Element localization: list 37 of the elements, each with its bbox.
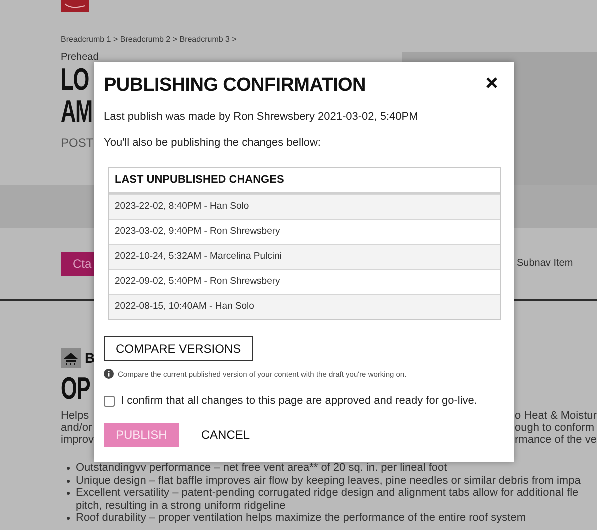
bullet-dot <box>67 467 70 470</box>
logo-icon[interactable] <box>61 0 89 12</box>
bullet-dot <box>67 492 70 495</box>
page-title: LO <box>61 64 89 96</box>
bullet-text: pitch, resulting in a strong uniform ridgeline <box>76 500 286 512</box>
confirm-checkbox[interactable] <box>104 396 115 406</box>
paragraph-text: ough to conform <box>515 422 596 434</box>
subnav-item[interactable]: Subnav Item <box>517 258 597 269</box>
paragraph-text: o Heat & Moistur <box>515 410 597 422</box>
table-row: 2022-10-24, 5:32AM - Marcelina Pulcini <box>109 244 500 269</box>
compare-versions-button[interactable]: COMPARE VERSIONS <box>104 336 254 361</box>
section-label: B <box>85 350 96 366</box>
cancel-button[interactable]: CANCEL <box>201 428 250 442</box>
prehead: Prehead <box>61 52 99 64</box>
intro-text: You'll also be publishing the changes bellow: <box>104 137 321 149</box>
section-title: OP <box>61 372 90 406</box>
paragraph-text: rmance of the ve <box>515 434 597 446</box>
bullet-text: Unique design – flat baffle improves air flow by keeping leaves, pine needles or similar debris from impa <box>76 474 581 487</box>
dialog-title: PUBLISHING CONFIRMATION <box>104 75 366 97</box>
table-row: 2022-08-15, 10:40AM - Han Solo <box>109 294 500 319</box>
close-icon[interactable] <box>486 77 498 89</box>
post-label: POST <box>61 136 94 150</box>
breadcrumb[interactable]: Breadcrumb 1 > Breadcrumb 2 > Breadcrumb 3 > <box>61 34 237 45</box>
bullet-dot <box>67 480 70 482</box>
info-icon <box>104 369 114 379</box>
paragraph-text: and/or <box>61 422 92 434</box>
bullet-text: Outstandingvv performance – net free vent area** of 20 sq. in. per lineal foot <box>76 462 448 474</box>
table-row: 2023-22-02, 8:40PM - Han Solo <box>109 194 500 219</box>
paragraph-text: improv <box>61 434 94 446</box>
page-title: AM <box>61 96 92 128</box>
confirm-label[interactable]: I confirm that all changes to this page are approved and ready for go-live. <box>121 395 478 407</box>
last-publish-text: Last publish was made by Ron Shrewsbery 2021-03-02, 5:40PM <box>104 111 418 123</box>
paragraph-text: Helps <box>61 410 90 422</box>
roof-vent-icon <box>61 348 81 368</box>
bullet-dot <box>67 517 70 520</box>
bullet-text: Excellent versatility – patent-pending corrugated ridge design and alignment tabs allow for additional fle <box>76 487 579 500</box>
bullet-text: Roof durability – proper ventilation helps maximize the performance of the entire roof system <box>76 512 526 524</box>
